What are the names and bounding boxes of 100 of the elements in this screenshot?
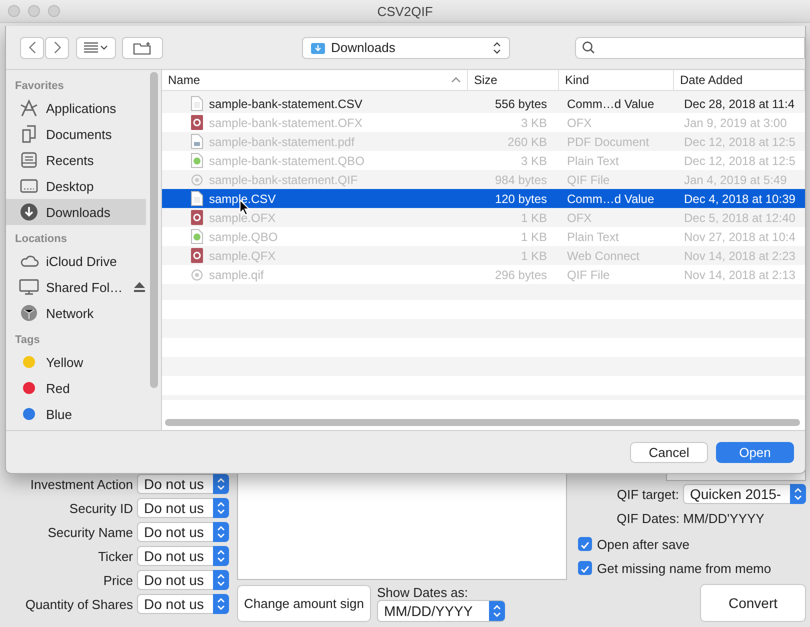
mapping-dropdown[interactable]: Do not us (137, 570, 229, 590)
field-label: Security ID (68, 500, 133, 516)
file-date: Dec 28, 2018 at 11:4 (683, 96, 796, 110)
back-button[interactable] (20, 36, 44, 58)
qif-dates-text: QIF Dates: MM/DD'YYYY (616, 511, 766, 526)
stepper-icon (213, 570, 229, 590)
sidebar-item[interactable]: iCloud Drive (6, 248, 146, 274)
close-button[interactable] (8, 5, 20, 17)
column-header[interactable]: Name (162, 70, 468, 90)
file-size: 260 KB (506, 134, 548, 148)
document-icon (191, 191, 203, 206)
view-options-button[interactable] (76, 36, 116, 58)
convert-button[interactable]: Convert (700, 584, 806, 622)
column-header[interactable]: Size (468, 70, 559, 90)
list-view-icon (83, 42, 109, 54)
file-size: 3 KB (520, 116, 548, 130)
column-header[interactable]: Date Added (674, 70, 805, 90)
file-name: sample.qif (209, 268, 264, 282)
file-name: sample-bank-statement.QIF (209, 172, 358, 186)
field-label: Quantity of Shares (24, 596, 133, 612)
mapping-dropdown[interactable]: Do not us (137, 594, 229, 614)
file-name: sample.OFX (209, 210, 276, 224)
sidebar-item[interactable]: Blue (6, 401, 146, 427)
field-label: Ticker (97, 548, 133, 564)
file-name: sample-bank-statement.pdf (209, 134, 354, 148)
date-format-dropdown[interactable]: MM/DD/YYYY (376, 600, 505, 622)
sidebar-heading: Tags (14, 333, 41, 348)
file-kind: OFX (566, 210, 593, 224)
stepper-icon (213, 498, 229, 518)
sidebar-item[interactable]: Shared Fol… (6, 274, 146, 300)
sidebar-item[interactable]: Recents (6, 147, 146, 173)
file-date: Nov 14, 2018 at 2:23 (683, 248, 796, 262)
q-file-icon (191, 210, 203, 225)
qif-target-dropdown[interactable]: Quicken 2015- (683, 484, 806, 504)
qif-file-icon (191, 267, 203, 282)
checkbox[interactable] (578, 537, 592, 551)
zoom-button[interactable] (48, 5, 60, 17)
file-row[interactable]: sample.CSV 120 bytes Comm…d Value Dec 4, 2018 at 10:39 (162, 189, 805, 208)
sidebar-item[interactable]: Downloads (6, 199, 146, 225)
q-file-icon (191, 115, 203, 130)
sidebar-item[interactable]: Desktop (6, 173, 146, 199)
checkbox-label: Open after save (597, 536, 690, 552)
file-name: sample-bank-statement.CSV (209, 96, 362, 110)
scrollbar[interactable] (165, 419, 800, 426)
file-kind: Plain Text (566, 230, 620, 244)
file-size: 296 bytes (494, 268, 548, 282)
globe-icon (20, 304, 38, 322)
stepper-icon (213, 474, 229, 494)
mapping-dropdown[interactable]: Do not us (137, 474, 229, 494)
file-date: Dec 5, 2018 at 12:40 (683, 210, 796, 224)
file-kind: QIF File (566, 268, 611, 282)
change-sign-button[interactable]: Change amount sign (237, 585, 371, 622)
file-kind: Plain Text (566, 154, 620, 168)
new-folder-button[interactable] (122, 36, 163, 58)
eject-icon[interactable] (134, 282, 145, 292)
mapping-dropdown[interactable]: Do not us (137, 498, 229, 518)
chevron-right-icon (52, 41, 62, 54)
file-size: 556 bytes (494, 96, 548, 110)
sidebar-item[interactable]: Red (6, 375, 146, 401)
qif-file-icon (191, 172, 203, 187)
column-header[interactable]: Kind (559, 70, 674, 90)
field-label: Security Name (46, 524, 133, 540)
new-folder-icon (132, 40, 152, 54)
file-kind: Comm…d Value (566, 96, 656, 110)
forward-button[interactable] (45, 36, 69, 58)
sidebar-item[interactable]: Network (6, 300, 146, 326)
file-row[interactable]: sample-bank-statement.CSV 556 bytes Comm…d Value Dec 28, 2018 at 11:4 (162, 94, 805, 113)
dialog-button[interactable]: Open (716, 442, 794, 462)
file-date: Nov 27, 2018 at 10:4 (683, 230, 796, 244)
file-kind: OFX (566, 116, 593, 130)
checkbox[interactable] (578, 561, 592, 575)
sidebar-heading: Favorites (14, 79, 65, 94)
file-kind: Web Connect (566, 248, 640, 262)
sidebar-item[interactable]: Applications (6, 95, 146, 121)
minimize-button[interactable] (28, 5, 40, 17)
recents-icon (20, 151, 38, 169)
scrollbar[interactable] (150, 72, 158, 388)
sidebar-item[interactable]: Documents (6, 121, 146, 147)
stepper-icon (790, 484, 806, 504)
file-size: 1 KB (520, 248, 548, 262)
file-date: Jan 9, 2019 at 3:00 (683, 116, 788, 130)
search-field[interactable] (575, 36, 805, 58)
stepper-icon (213, 594, 229, 614)
sidebar-item[interactable]: Yellow (6, 349, 146, 375)
file-name: sample.QFX (209, 248, 276, 262)
file-date: Dec 12, 2018 at 12:5 (683, 154, 796, 168)
file-size: 1 KB (520, 210, 548, 224)
mapping-dropdown[interactable]: Do not us (137, 546, 229, 566)
dialog-button[interactable]: Cancel (630, 442, 708, 462)
stepper-icon (213, 546, 229, 566)
window-title: CSV2QIF (377, 4, 433, 18)
documents-icon (20, 125, 38, 143)
stepper-icon (213, 522, 229, 542)
applications-icon (20, 99, 38, 117)
location-dropdown[interactable]: Downloads (302, 36, 510, 58)
file-date: Dec 12, 2018 at 12:5 (683, 134, 796, 148)
qif-target-label: QIF target: (616, 486, 679, 502)
stepper-icon (488, 601, 505, 621)
mapping-dropdown[interactable]: Do not us (137, 522, 229, 542)
file-date: Nov 14, 2018 at 2:13 (683, 268, 796, 282)
